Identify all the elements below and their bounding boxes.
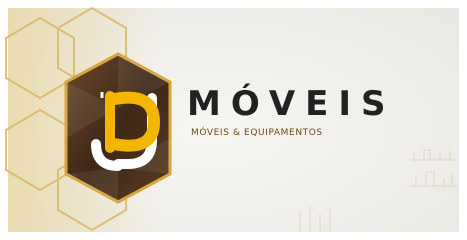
jp-hexagon-logo xyxy=(64,52,172,204)
brand-tagline: MÓVEIS & EQUIPAMENTOS xyxy=(191,128,323,138)
banner: MÓVEIS MÓVEIS & EQUIPAMENTOS xyxy=(0,0,467,240)
brand-name: MÓVEIS xyxy=(187,84,396,124)
